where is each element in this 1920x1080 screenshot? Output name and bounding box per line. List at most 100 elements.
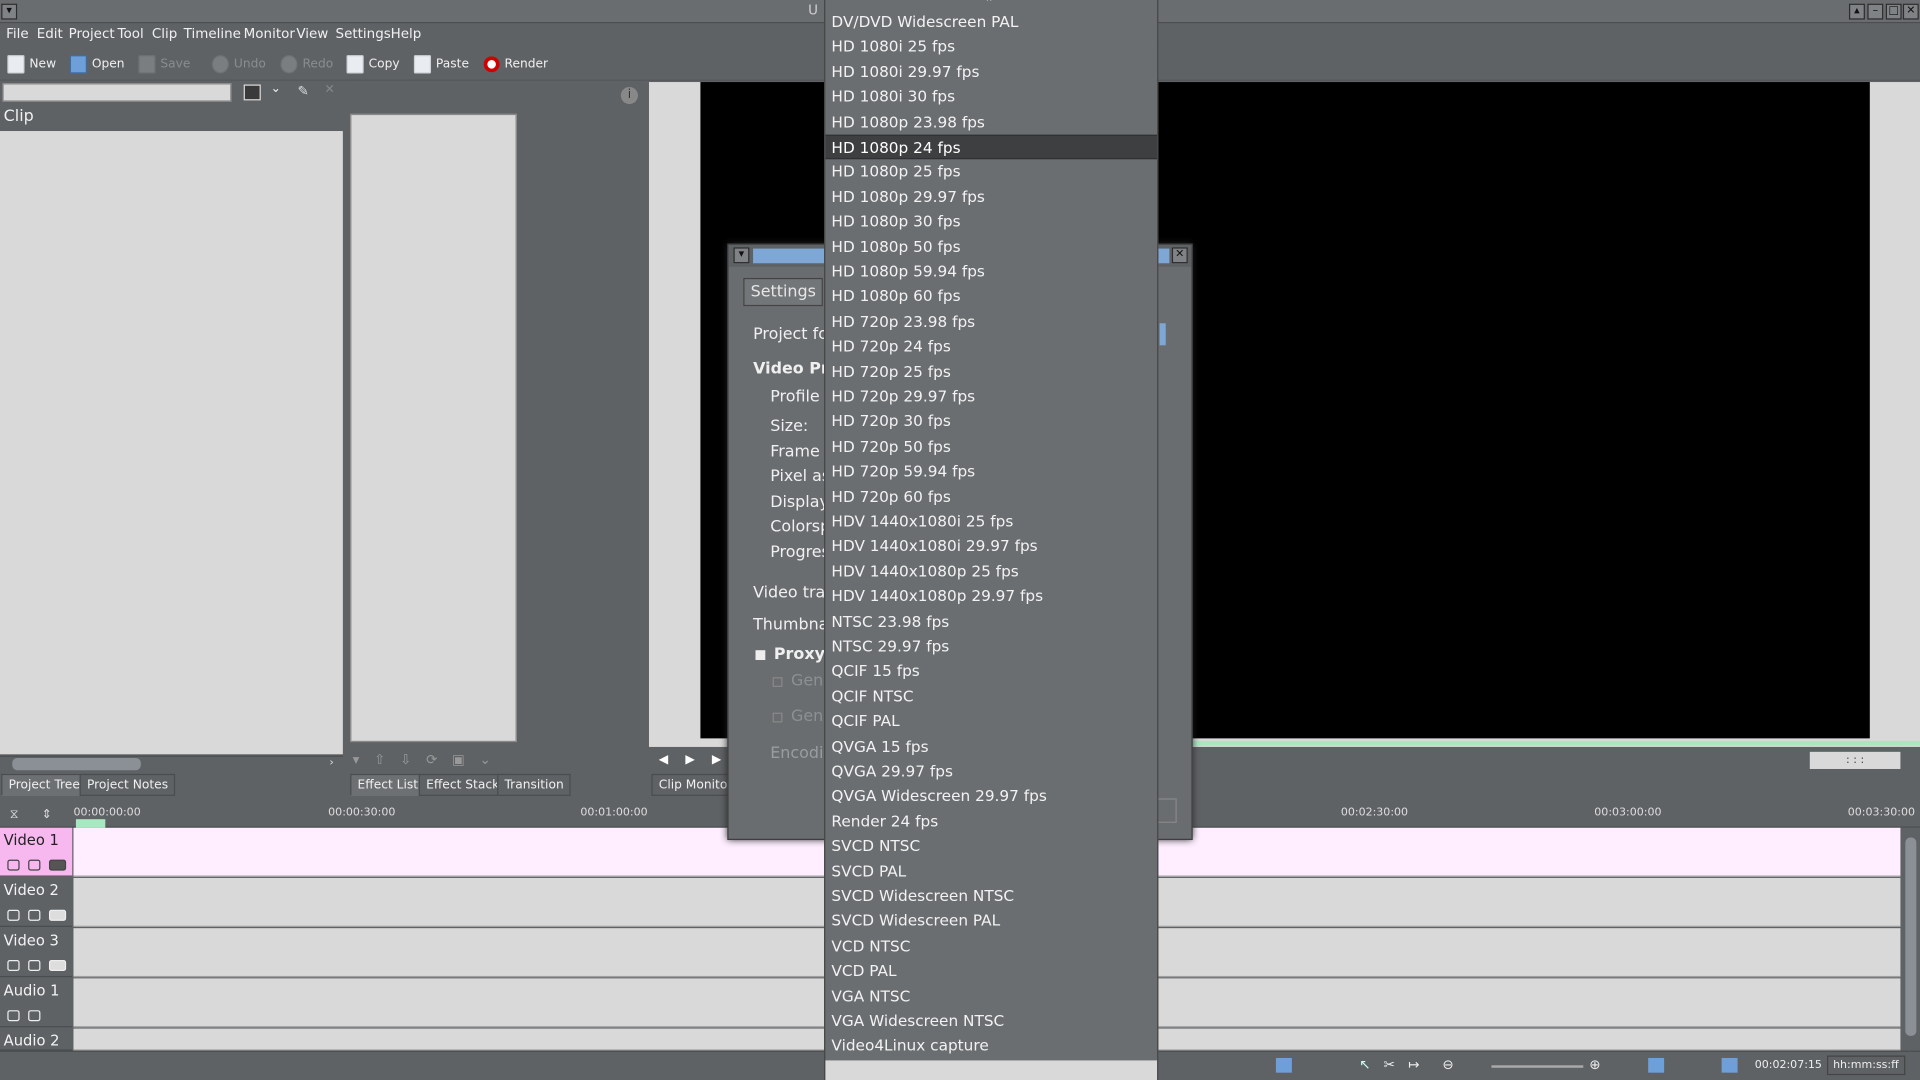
- mute-icon[interactable]: [28, 960, 41, 972]
- profile-dropdown-list[interactable]: ⌃ DV/DVD Widescreen PAL HD 1080i 25 fps HD…: [824, 0, 1159, 1080]
- menu-project[interactable]: Project: [69, 26, 115, 42]
- profile-option[interactable]: HD 1080p 29.97 fps: [825, 185, 1157, 209]
- menu-clip[interactable]: Clip: [152, 26, 177, 42]
- track-header-audio-1[interactable]: Audio 1: [0, 978, 73, 1028]
- profile-option[interactable]: HD 1080p 50 fps: [825, 235, 1157, 259]
- profile-option[interactable]: HD 1080i 30 fps: [825, 85, 1157, 109]
- effect-stack-list[interactable]: [350, 113, 517, 743]
- minimize-button[interactable]: –: [1867, 3, 1884, 20]
- profile-option[interactable]: HD 720p 25 fps: [825, 360, 1157, 384]
- profile-option[interactable]: HDV 1440x1080p 29.97 fps: [825, 584, 1157, 608]
- tab-effect-stack[interactable]: Effect Stack: [418, 773, 507, 796]
- lock-icon[interactable]: [7, 859, 20, 871]
- scrollbar-thumb[interactable]: [12, 757, 141, 771]
- profile-option[interactable]: HD 1080p 60 fps: [825, 285, 1157, 309]
- profile-option[interactable]: HDV 1440x1080i 29.97 fps: [825, 534, 1157, 558]
- spacer-tool-icon[interactable]: ↦: [1408, 1057, 1419, 1073]
- menu-timeline[interactable]: Timeline: [184, 26, 241, 42]
- dialog-menu-button[interactable]: ▾: [733, 247, 750, 264]
- tab-project-tree[interactable]: Project Tree: [1, 773, 88, 796]
- profile-option[interactable]: HD 1080p 30 fps: [825, 210, 1157, 234]
- zoom-slider[interactable]: [1491, 1065, 1584, 1068]
- project-search-input[interactable]: [2, 83, 232, 102]
- profile-option[interactable]: HD 720p 60 fps: [825, 484, 1157, 508]
- add-clip-dropdown-icon[interactable]: ⌄: [271, 82, 281, 95]
- profile-option[interactable]: QVGA 29.97 fps: [825, 759, 1157, 783]
- menu-help[interactable]: Help: [391, 26, 422, 42]
- profile-option[interactable]: HD 720p 30 fps: [825, 409, 1157, 433]
- info-icon[interactable]: i: [620, 86, 638, 105]
- window-up-button[interactable]: ▴: [1848, 3, 1865, 20]
- lock-icon[interactable]: [7, 960, 20, 972]
- timeline-vscrollbar[interactable]: [1901, 827, 1920, 1051]
- profile-option[interactable]: HD 1080p 23.98 fps: [825, 110, 1157, 134]
- selection-tool-icon[interactable]: [1275, 1057, 1292, 1073]
- mute-icon[interactable]: [28, 909, 41, 921]
- close-button[interactable]: ✕: [1902, 3, 1919, 20]
- profile-option[interactable]: VGA Widescreen NTSC: [825, 1009, 1157, 1033]
- mute-icon[interactable]: [28, 1010, 41, 1022]
- menu-file[interactable]: File: [6, 26, 29, 42]
- tab-project-notes[interactable]: Project Notes: [79, 773, 176, 796]
- monitor-timecode-field[interactable]: : : :: [1809, 751, 1901, 769]
- profile-option[interactable]: QVGA Widescreen 29.97 fps: [825, 784, 1157, 808]
- profile-option[interactable]: HDV 1440x1080p 25 fps: [825, 559, 1157, 583]
- menu-edit[interactable]: Edit: [37, 26, 63, 42]
- mute-icon[interactable]: [28, 859, 41, 871]
- profile-option[interactable]: HD 720p 23.98 fps: [825, 310, 1157, 334]
- collapse-tracks-icon[interactable]: ⇕: [42, 808, 52, 821]
- project-tree-scrollbar[interactable]: ›: [0, 755, 343, 772]
- zoom-out-icon[interactable]: ⊖: [1442, 1057, 1453, 1073]
- tab-transition[interactable]: Transition: [497, 773, 572, 796]
- project-tree-list[interactable]: [0, 131, 343, 755]
- timecode-format-select[interactable]: hh:mm:ss:ff: [1826, 1055, 1905, 1076]
- track-header-video-2[interactable]: Video 2: [0, 877, 73, 927]
- profile-option[interactable]: SVCD NTSC: [825, 834, 1157, 858]
- razor-tool-icon[interactable]: ✂: [1384, 1057, 1395, 1073]
- generate-checkbox-2[interactable]: [772, 712, 783, 723]
- profile-option[interactable]: QVGA 15 fps: [825, 734, 1157, 758]
- profile-option[interactable]: VGA NTSC: [825, 984, 1157, 1008]
- window-menu-button[interactable]: ▾: [1, 3, 18, 20]
- copy-button[interactable]: Copy: [346, 53, 400, 75]
- playhead-zone[interactable]: [75, 819, 106, 828]
- save-button[interactable]: Save: [138, 53, 190, 75]
- snap-icon[interactable]: [1721, 1057, 1738, 1073]
- scroll-up-icon[interactable]: ⌃: [984, 0, 993, 10]
- profile-option[interactable]: NTSC 23.98 fps: [825, 609, 1157, 633]
- menu-tool[interactable]: Tool: [118, 26, 144, 42]
- menu-view[interactable]: View: [296, 26, 328, 42]
- profile-option[interactable]: QCIF NTSC: [825, 684, 1157, 708]
- dropdown-scroll-end[interactable]: [825, 1060, 1158, 1080]
- profile-option[interactable]: HDV 1440x1080i 25 fps: [825, 509, 1157, 533]
- new-button[interactable]: New: [7, 53, 56, 75]
- zoom-fit-icon[interactable]: ⧖: [10, 808, 19, 821]
- clip-column-header[interactable]: Clip: [0, 105, 345, 129]
- profile-option[interactable]: HD 720p 29.97 fps: [825, 384, 1157, 408]
- menu-settings[interactable]: Settings: [336, 26, 391, 42]
- menu-monitor[interactable]: Monitor: [244, 26, 295, 42]
- video-blind-icon[interactable]: [48, 960, 67, 972]
- track-header-video-3[interactable]: Video 3: [0, 928, 73, 978]
- maximize-button[interactable]: □: [1885, 3, 1902, 20]
- redo-button[interactable]: Redo: [280, 53, 333, 75]
- profile-option[interactable]: QCIF PAL: [825, 709, 1157, 733]
- scroll-right-icon[interactable]: ›: [329, 757, 333, 769]
- effect-stack-tools[interactable]: ▾⇧⇩⟳▣⌄: [353, 752, 506, 768]
- profile-option[interactable]: HD 1080p 24 fps: [825, 134, 1158, 160]
- profile-option[interactable]: VCD PAL: [825, 959, 1157, 983]
- add-clip-icon[interactable]: [243, 84, 261, 101]
- delete-clip-icon[interactable]: ✕: [324, 83, 334, 96]
- scrollbar-thumb[interactable]: [1905, 837, 1917, 1036]
- dialog-close-button[interactable]: ✕: [1171, 247, 1188, 264]
- proxy-checkbox[interactable]: [755, 650, 766, 661]
- edit-clip-icon[interactable]: ✎: [298, 83, 309, 99]
- profile-option[interactable]: SVCD Widescreen PAL: [825, 909, 1157, 933]
- view-mode-icon[interactable]: [1648, 1057, 1665, 1073]
- track-header-audio-2[interactable]: Audio 2: [0, 1028, 73, 1051]
- profile-option[interactable]: HD 1080p 25 fps: [825, 160, 1157, 184]
- profile-option[interactable]: VCD NTSC: [825, 934, 1157, 958]
- open-button[interactable]: Open: [69, 53, 125, 75]
- zoom-in-icon[interactable]: ⊕: [1589, 1057, 1600, 1073]
- profile-option[interactable]: HD 1080i 25 fps: [825, 35, 1157, 59]
